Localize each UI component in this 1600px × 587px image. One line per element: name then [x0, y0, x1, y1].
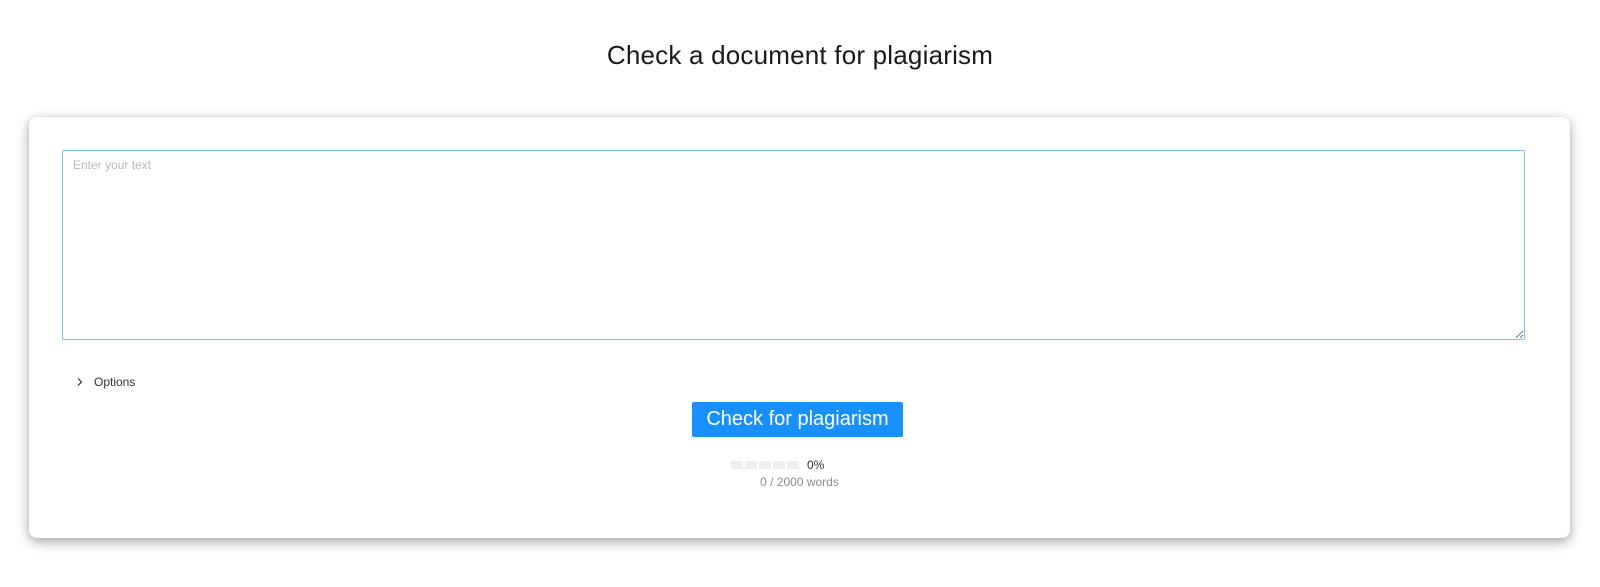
- document-text-input[interactable]: [62, 150, 1525, 340]
- progress-step: [745, 461, 757, 469]
- progress-step: [773, 461, 785, 469]
- options-label: Options: [94, 375, 136, 389]
- chevron-right-icon: [75, 377, 85, 387]
- progress-percent: 0%: [807, 458, 825, 472]
- page-title: Check a document for plagiarism: [606, 40, 994, 70]
- check-card: Options Check for plagiarism 0% 0 / 2000…: [29, 117, 1570, 538]
- check-for-plagiarism-button[interactable]: Check for plagiarism: [692, 402, 903, 437]
- progress-step: [759, 461, 771, 469]
- progress-indicator: 0%: [731, 458, 824, 472]
- page: Check a document for plagiarism Options …: [0, 0, 1600, 587]
- options-toggle[interactable]: Options: [75, 375, 135, 389]
- progress-step: [787, 461, 799, 469]
- word-count: 0 / 2000 words: [760, 475, 839, 489]
- progress-bar: [731, 461, 799, 469]
- progress-step: [731, 461, 743, 469]
